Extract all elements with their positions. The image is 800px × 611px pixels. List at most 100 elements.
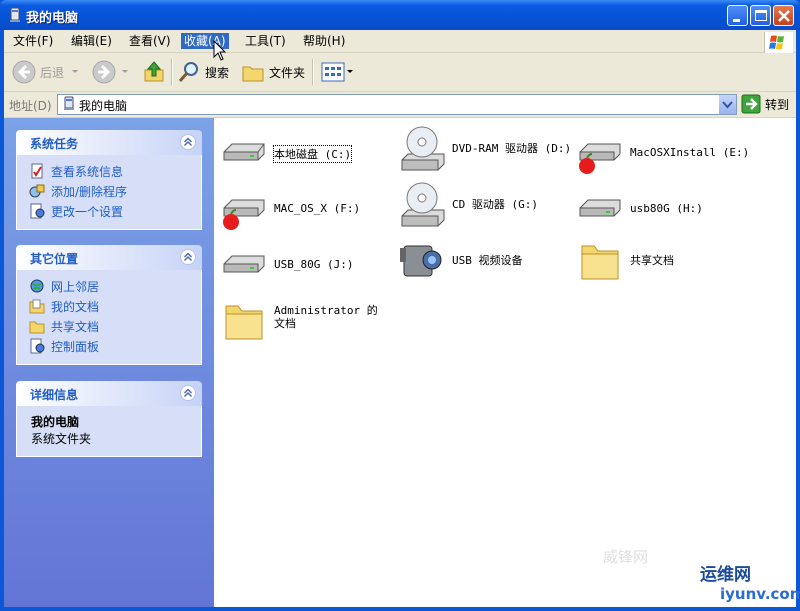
menu-tools[interactable]: 工具(T) xyxy=(242,33,289,49)
admin-documents-item[interactable]: Administrator 的文档 xyxy=(220,296,386,344)
maximize-icon xyxy=(755,10,767,21)
address-bar: 地址(D) 我的电脑 转到 xyxy=(4,92,796,118)
chevron-down-icon xyxy=(347,70,353,73)
drive-label: CD 驱动器 (G:) xyxy=(452,198,538,211)
video-camera-icon xyxy=(400,245,442,277)
task-view-system-info[interactable]: 查看系统信息 xyxy=(17,161,201,181)
chevron-down-icon xyxy=(72,70,79,73)
explorer-window: 我的电脑 文件(F) 编辑(E) 查看(V) 收藏(A) 工具(T) 帮助(H) xyxy=(0,0,800,611)
drive-label: MAC_OS_X (F:) xyxy=(274,202,361,215)
shared-documents-item[interactable]: 共享文档 xyxy=(576,236,674,284)
folders-button[interactable]: 文件夹 xyxy=(241,57,305,87)
menu-bar: 文件(F) 编辑(E) 查看(V) 收藏(A) 工具(T) 帮助(H) xyxy=(4,30,796,54)
drive-item-e[interactable]: MacOSXInstall (E:) xyxy=(576,130,749,178)
standard-toolbar: 后退 搜索 文件夹 xyxy=(4,53,796,92)
forward-button[interactable] xyxy=(92,57,130,87)
drive-label: usb80G (H:) xyxy=(630,202,703,215)
title-bar[interactable]: 我的电脑 xyxy=(0,0,800,30)
watermark-site-url: iyunv.com xyxy=(720,585,800,603)
chevron-down-icon xyxy=(722,101,733,109)
panel-title: 系统任务 xyxy=(30,137,79,151)
task-add-remove-programs[interactable]: 添加/删除程序 xyxy=(17,181,201,201)
place-control-panel[interactable]: 控制面板 xyxy=(17,336,201,356)
window-client: 文件(F) 编辑(E) 查看(V) 收藏(A) 工具(T) 帮助(H) 后退 搜… xyxy=(4,30,796,607)
task-label: 添加/删除程序 xyxy=(51,184,128,199)
task-label: 查看系统信息 xyxy=(51,164,124,179)
mouse-cursor-icon xyxy=(213,40,227,61)
menu-view[interactable]: 查看(V) xyxy=(126,33,174,49)
back-button[interactable]: 后退 xyxy=(12,57,80,87)
place-my-documents[interactable]: 我的文档 xyxy=(17,296,201,316)
details-header[interactable]: 详细信息 xyxy=(16,381,202,406)
back-label: 后退 xyxy=(40,65,65,80)
details-panel: 详细信息 我的电脑 系统文件夹 xyxy=(16,381,202,457)
go-arrow-icon xyxy=(741,94,761,114)
minimize-button[interactable] xyxy=(727,5,748,26)
folder-label: 共享文档 xyxy=(630,254,674,267)
watermark-site-name: 运维网 xyxy=(700,565,751,585)
place-network[interactable]: 网上邻居 xyxy=(17,276,201,296)
control-panel-icon xyxy=(30,338,45,354)
folder-icon xyxy=(581,245,619,280)
drive-item-g[interactable]: CD 驱动器 (G:) xyxy=(398,180,538,228)
collapse-chevron-icon[interactable] xyxy=(180,249,196,265)
views-grid-icon xyxy=(321,62,345,82)
drive-label: 本地磁盘 (C:) xyxy=(272,145,353,163)
address-dropdown-button[interactable] xyxy=(718,95,736,114)
usb-video-device-item[interactable]: USB 视频设备 xyxy=(398,236,523,284)
control-panel-icon xyxy=(30,203,45,219)
drive-label: USB_80G (J:) xyxy=(274,258,354,271)
drive-item-c[interactable]: 本地磁盘 (C:) xyxy=(220,130,353,178)
windows-logo-icon xyxy=(764,32,793,54)
watermark-weiphone: 威锋网 xyxy=(603,548,649,566)
task-pane: 系统任务 查看系统信息 添加/删除程序 更改一个设置 其它位置 网上邻居 我的文… xyxy=(4,118,214,607)
file-view: 本地磁盘 (C:) DVD-RAM 驱动器 (D:) MacOSXInstall… xyxy=(214,118,796,607)
menu-edit[interactable]: 编辑(E) xyxy=(68,33,115,49)
system-tasks-header[interactable]: 系统任务 xyxy=(16,130,202,155)
collapse-chevron-icon[interactable] xyxy=(180,134,196,150)
drive-label: DVD-RAM 驱动器 (D:) xyxy=(452,142,572,155)
chevron-down-icon xyxy=(122,70,128,73)
optical-drive-icon xyxy=(401,126,445,171)
optical-drive-icon xyxy=(401,182,445,227)
maximize-button[interactable] xyxy=(750,5,771,26)
place-label: 共享文档 xyxy=(51,319,100,334)
minimize-icon xyxy=(733,19,740,22)
go-button[interactable]: 转到 xyxy=(741,94,789,114)
task-change-setting[interactable]: 更改一个设置 xyxy=(17,201,201,221)
drive-item-d[interactable]: DVD-RAM 驱动器 (D:) xyxy=(398,124,571,172)
task-label: 更改一个设置 xyxy=(51,204,124,219)
close-icon xyxy=(778,10,790,22)
views-button[interactable] xyxy=(320,57,354,87)
place-label: 我的文档 xyxy=(51,299,100,314)
window-title: 我的电脑 xyxy=(26,11,79,26)
place-shared-documents[interactable]: 共享文档 xyxy=(17,316,201,336)
network-globe-icon xyxy=(30,279,44,293)
drive-item-f[interactable]: MAC_OS_X (F:) xyxy=(220,186,360,234)
panel-title: 其它位置 xyxy=(30,252,79,266)
close-button[interactable] xyxy=(773,5,794,26)
hard-drive-icon xyxy=(223,255,265,273)
computer-icon xyxy=(10,7,20,22)
drive-label: MacOSXInstall (E:) xyxy=(630,146,750,159)
other-places-header[interactable]: 其它位置 xyxy=(16,245,202,270)
hard-drive-icon xyxy=(579,199,621,217)
address-value: 我的电脑 xyxy=(79,99,128,113)
drive-item-j[interactable]: USB_80G (J:) xyxy=(220,242,353,290)
other-places-panel: 其它位置 网上邻居 我的文档 共享文档 控制面板 xyxy=(16,245,202,365)
drive-item-h[interactable]: usb80G (H:) xyxy=(576,186,703,234)
folder-icon xyxy=(225,305,263,340)
folder-label: Administrator 的文档 xyxy=(274,304,378,330)
system-tasks-panel: 系统任务 查看系统信息 添加/删除程序 更改一个设置 xyxy=(16,130,202,230)
detail-item-name: 我的电脑 xyxy=(31,415,80,429)
search-label: 搜索 xyxy=(205,65,230,80)
up-folder-button[interactable] xyxy=(142,57,166,87)
folder-icon xyxy=(242,66,264,82)
address-input[interactable]: 我的电脑 xyxy=(57,94,737,115)
collapse-chevron-icon[interactable] xyxy=(180,385,196,401)
folders-label: 文件夹 xyxy=(269,65,306,80)
detail-item-type: 系统文件夹 xyxy=(31,432,92,446)
panel-title: 详细信息 xyxy=(30,388,79,402)
menu-file[interactable]: 文件(F) xyxy=(10,33,56,49)
menu-help[interactable]: 帮助(H) xyxy=(300,33,348,49)
